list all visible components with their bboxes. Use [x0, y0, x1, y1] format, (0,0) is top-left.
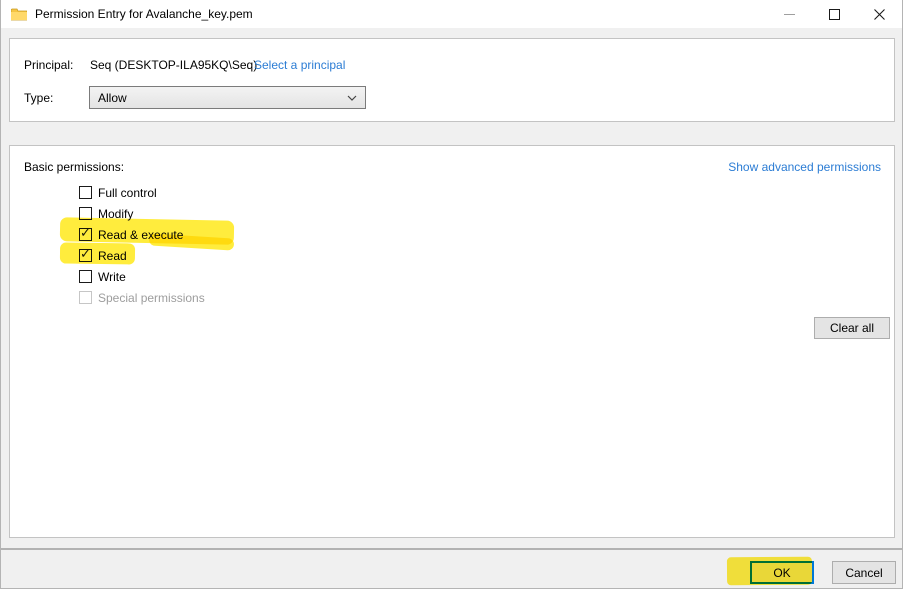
- permission-entry-dialog: { "window": { "title": "Permission Entry…: [0, 0, 903, 589]
- type-dropdown-value: Allow: [98, 91, 347, 105]
- permission-list: Full control Modify ✓ Read & execute ✓ Read Wr…: [10, 182, 894, 308]
- permission-row-full-control: Full control: [10, 182, 894, 203]
- principal-label: Principal:: [24, 58, 73, 72]
- close-button[interactable]: [857, 0, 902, 28]
- close-icon: [874, 9, 885, 20]
- select-principal-link[interactable]: Select a principal: [254, 58, 345, 72]
- checkbox-modify[interactable]: [79, 207, 92, 220]
- show-advanced-permissions-link[interactable]: Show advanced permissions: [728, 160, 881, 174]
- checkbox-write[interactable]: [79, 270, 92, 283]
- type-dropdown[interactable]: Allow: [89, 86, 366, 109]
- permission-label-read-execute: Read & execute: [98, 228, 183, 242]
- window-controls: [767, 0, 902, 28]
- permission-label-write: Write: [98, 270, 126, 284]
- window-title: Permission Entry for Avalanche_key.pem: [35, 7, 253, 21]
- minimize-button[interactable]: [767, 0, 812, 28]
- titlebar: Permission Entry for Avalanche_key.pem: [1, 0, 902, 28]
- check-icon: ✓: [80, 247, 91, 260]
- checkbox-full-control[interactable]: [79, 186, 92, 199]
- folder-icon: [11, 8, 27, 21]
- clear-all-button[interactable]: Clear all: [814, 317, 890, 339]
- checkbox-read-execute[interactable]: ✓: [79, 228, 92, 241]
- checkbox-read[interactable]: ✓: [79, 249, 92, 262]
- permission-label-modify: Modify: [98, 207, 133, 221]
- permission-label-special-permissions: Special permissions: [98, 291, 205, 305]
- maximize-icon: [829, 9, 840, 20]
- permission-row-special-permissions: Special permissions: [10, 287, 894, 308]
- permission-label-full-control: Full control: [98, 186, 157, 200]
- permissions-panel: Basic permissions: Show advanced permiss…: [9, 145, 895, 538]
- permission-row-write: Write: [10, 266, 894, 287]
- principal-value: Seq (DESKTOP-ILA95KQ\Seq): [90, 58, 257, 72]
- ok-button[interactable]: OK: [750, 561, 814, 584]
- footer-divider: [1, 548, 902, 550]
- basic-permissions-label: Basic permissions:: [24, 160, 124, 174]
- maximize-button[interactable]: [812, 0, 857, 28]
- minimize-icon: [784, 14, 795, 15]
- chevron-down-icon: [347, 93, 357, 103]
- permission-row-modify: Modify: [10, 203, 894, 224]
- type-label: Type:: [24, 91, 53, 105]
- permission-row-read: ✓ Read: [10, 245, 894, 266]
- checkbox-special-permissions: [79, 291, 92, 304]
- permission-label-read: Read: [98, 249, 127, 263]
- cancel-button[interactable]: Cancel: [832, 561, 896, 584]
- permission-row-read-execute: ✓ Read & execute: [10, 224, 894, 245]
- check-icon: ✓: [80, 226, 91, 239]
- principal-panel: Principal: Seq (DESKTOP-ILA95KQ\Seq) Sel…: [9, 38, 895, 122]
